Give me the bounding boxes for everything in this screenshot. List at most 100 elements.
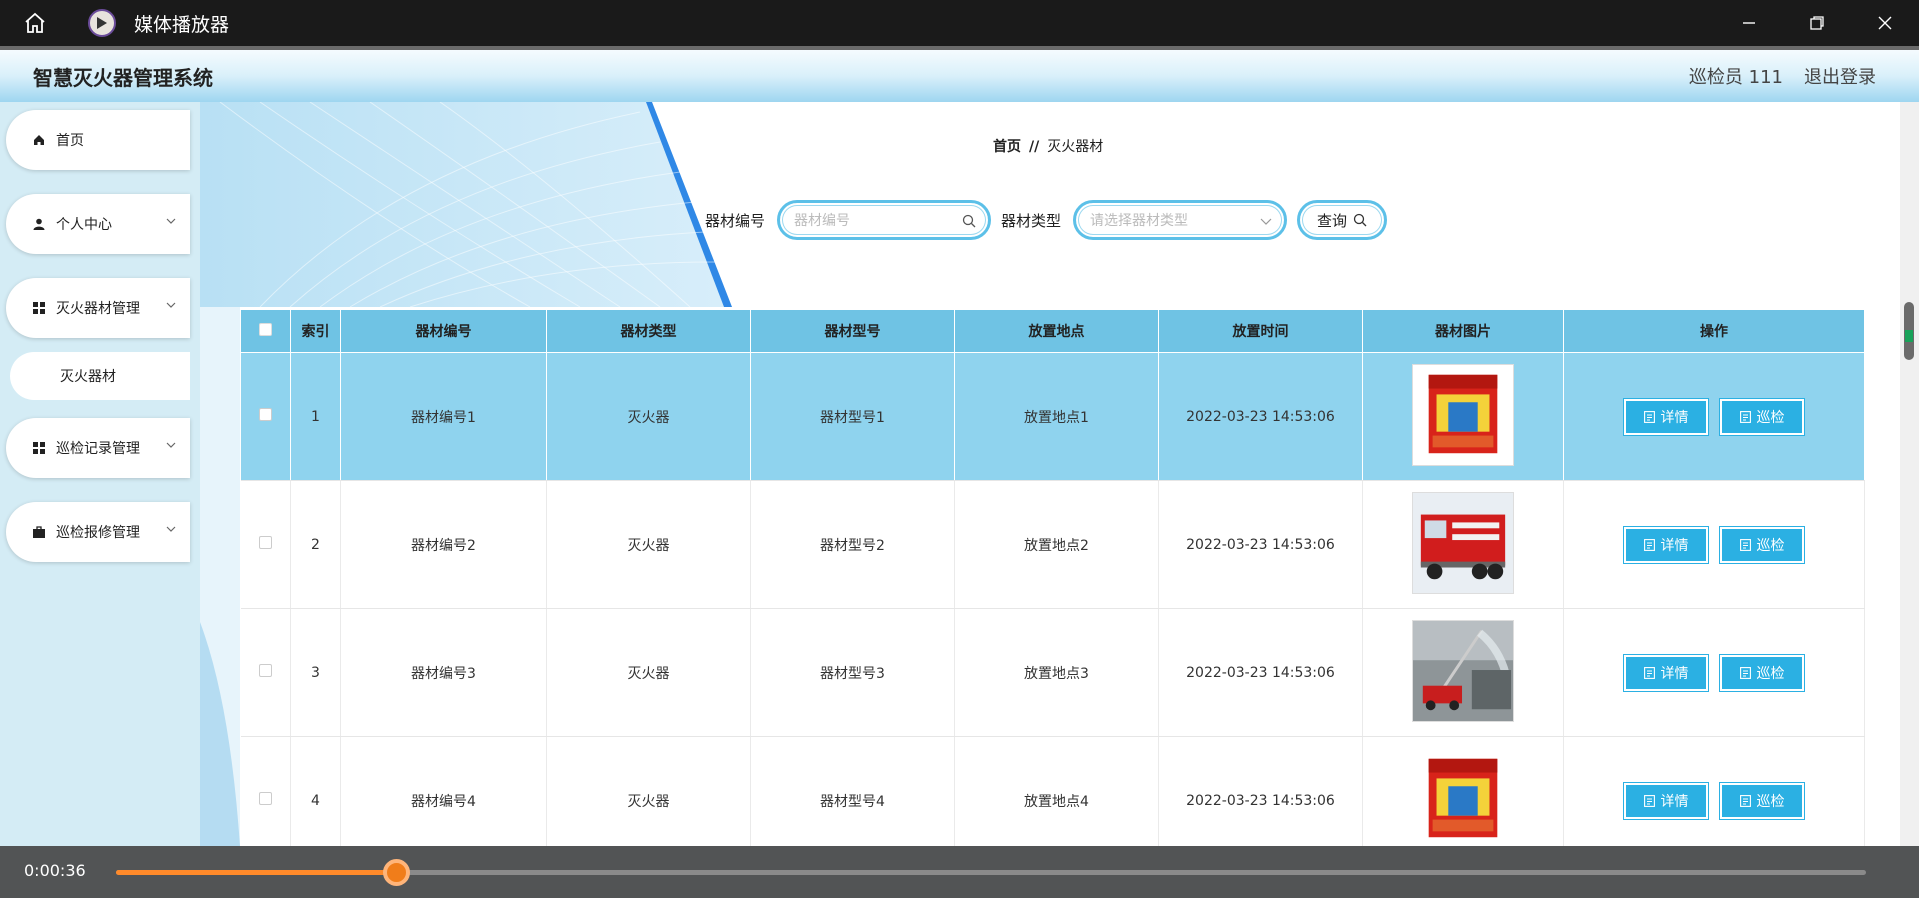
header-index: 索引 [290,309,341,353]
sidebar-subitem-extinguisher[interactable]: 灭火器材 [10,352,190,400]
document-icon [1643,538,1655,551]
document-icon [1643,410,1655,423]
breadcrumb-separator: // [1029,139,1040,155]
query-button[interactable]: 查询 [1297,200,1388,240]
row-checkbox[interactable] [258,536,272,549]
table-row[interactable]: 4 器材编号4 灭火器 器材型号4 放置地点4 2022-03-23 14:53… [240,736,1865,847]
equipment-image[interactable] [1412,747,1514,847]
header-image: 器材图片 [1362,309,1564,353]
table-row[interactable]: 2 器材编号2 灭火器 器材型号2 放置地点2 2022-03-23 14:53… [240,480,1865,609]
code-label: 器材编号 [705,211,766,230]
inspect-button[interactable]: 巡检 [1719,781,1805,820]
row-checkbox[interactable] [258,408,272,421]
sidebar-item-label: 灭火器材管理 [56,301,140,317]
user-name: 巡检员 111 [1688,67,1783,88]
home-button[interactable] [0,0,70,46]
header-code: 器材编号 [340,309,547,353]
inspect-button[interactable]: 巡检 [1719,397,1805,436]
vertical-scrollbar[interactable] [1900,102,1919,846]
row-checkbox[interactable] [258,664,272,677]
chevron-down-icon [166,302,176,308]
header-actions: 操作 [1563,309,1865,353]
equipment-image[interactable] [1412,491,1514,594]
row-checkbox[interactable] [258,792,272,805]
cell-type: 灭火器 [546,608,751,737]
cell-time: 2022-03-23 14:53:06 [1158,736,1363,846]
sidebar-item-inspection-records[interactable]: 巡检记录管理 [6,418,190,478]
chevron-down-icon [166,218,176,224]
table-row[interactable]: 3 器材编号3 灭火器 器材型号3 放置地点3 2022-03-23 14:53… [240,608,1865,737]
cell-actions: 详情 巡检 [1563,736,1865,846]
type-select[interactable]: 请选择器材类型 [1073,200,1288,240]
breadcrumb: 首页 // 灭火器材 [993,136,1103,156]
cell-time: 2022-03-23 14:53:06 [1158,608,1363,737]
logout-link[interactable]: 退出登录 [1804,63,1876,89]
search-icon [1353,213,1367,227]
cell-image [1362,352,1564,481]
seek-bar[interactable] [116,859,1866,886]
type-placeholder: 请选择器材类型 [1090,213,1189,229]
grid-icon [32,301,46,315]
cell-model: 器材型号4 [750,736,955,846]
sidebar-subitem-label: 灭火器材 [60,369,116,385]
sidebar-item-home[interactable]: 首页 [6,110,190,170]
cell-index: 1 [290,352,341,481]
header-model: 器材型号 [750,309,955,353]
briefcase-icon [32,525,46,539]
restore-icon [1810,16,1824,30]
seek-handle[interactable] [383,859,410,886]
cell-model: 器材型号1 [750,352,955,481]
select-all-cell [240,309,291,353]
seek-played [116,870,396,875]
detail-button[interactable]: 详情 [1623,397,1709,436]
minimize-button[interactable] [1715,0,1783,46]
sidebar-item-label: 巡检报修管理 [56,525,140,541]
equipment-image[interactable] [1412,363,1514,466]
equipment-table: 索引 器材编号 器材类型 器材型号 放置地点 放置时间 器材图片 操作 1 器材… [240,309,1865,847]
chevron-down-icon [166,442,176,448]
detail-button[interactable]: 详情 [1623,525,1709,564]
chevron-down-icon [1260,218,1272,225]
header-time: 放置时间 [1158,309,1363,353]
restore-button[interactable] [1783,0,1851,46]
home-icon [25,12,45,33]
sidebar: 首页 个人中心 灭火器材管理 灭火器材 巡检记录管理 巡检报修管理 [0,102,196,846]
table-row[interactable]: 1 器材编号1 灭火器 器材型号1 放置地点1 2022-03-23 14:53… [240,352,1865,481]
sidebar-item-equipment[interactable]: 灭火器材管理 [6,278,190,338]
cell-index: 4 [290,736,341,846]
player-title: 媒体播放器 [134,13,230,36]
equipment-image[interactable] [1412,619,1514,722]
cell-code: 器材编号1 [340,352,547,481]
document-icon [1739,538,1751,551]
minimize-icon [1743,22,1755,24]
cell-image [1362,736,1564,847]
main-content: 首页//灭火器材 器材编号 器材编号 器材类型 请选择器材类型 查询 索引 器材… [200,102,1900,846]
document-icon [1643,666,1655,679]
select-all-checkbox[interactable] [259,322,272,336]
document-icon [1739,666,1751,679]
cell-image [1362,480,1564,609]
grid-icon [32,441,46,455]
query-label: 查询 [1317,211,1348,230]
detail-button[interactable]: 详情 [1623,781,1709,820]
code-input[interactable]: 器材编号 [777,200,992,240]
home-icon [32,133,46,147]
sidebar-item-personal[interactable]: 个人中心 [6,194,190,254]
inspect-button[interactable]: 巡检 [1719,653,1805,692]
cell-time: 2022-03-23 14:53:06 [1158,480,1363,609]
breadcrumb-home[interactable]: 首页 [993,139,1021,155]
cell-image [1362,608,1564,737]
cell-code: 器材编号2 [340,480,547,609]
cell-actions: 详情 巡检 [1563,352,1865,481]
cell-model: 器材型号3 [750,608,955,737]
search-icon [962,214,976,228]
cell-model: 器材型号2 [750,480,955,609]
cell-time: 2022-03-23 14:53:06 [1158,352,1363,481]
scroll-marker [1905,330,1913,342]
breadcrumb-current: 灭火器材 [1047,139,1104,155]
sidebar-item-repair[interactable]: 巡检报修管理 [6,502,190,562]
detail-button[interactable]: 详情 [1623,653,1709,692]
cell-index: 3 [290,608,341,737]
inspect-button[interactable]: 巡检 [1719,525,1805,564]
close-button[interactable] [1851,0,1919,46]
